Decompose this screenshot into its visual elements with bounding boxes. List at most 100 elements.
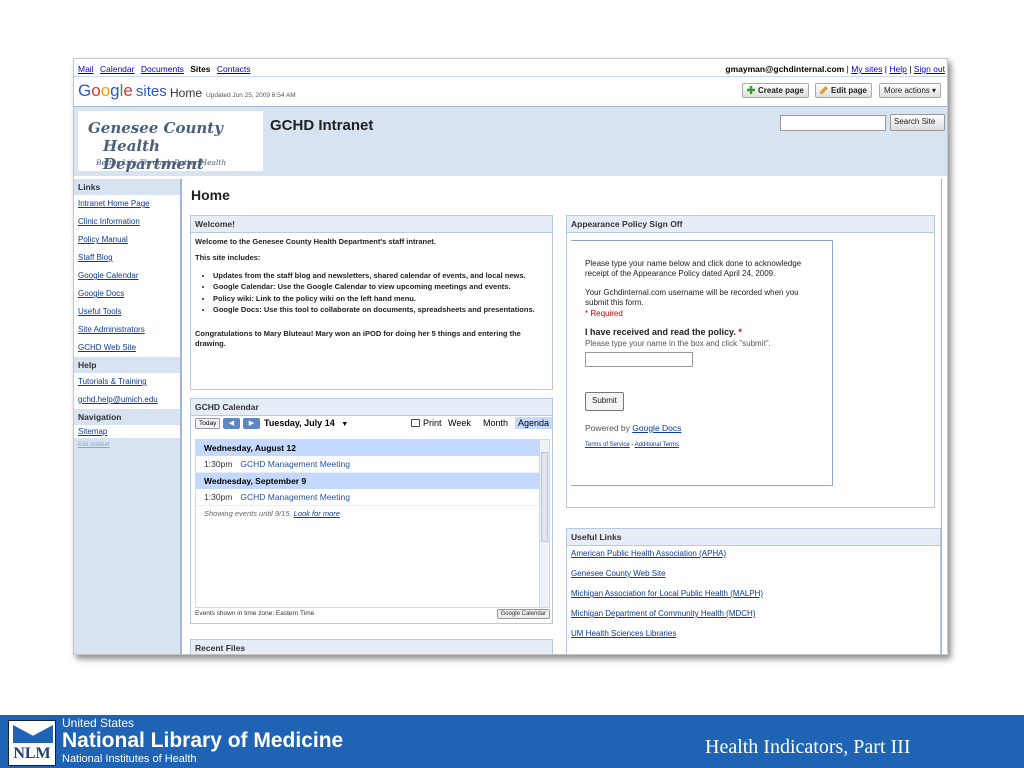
sidebar-item-google-docs[interactable]: Google Docs [74,285,180,303]
welcome-list: Updates from the staff blog and newslett… [213,271,548,315]
form-hint: Please type your name in the box and cli… [585,338,771,348]
health-department-logo[interactable]: Genesee County Health Department Better … [78,111,263,173]
scrollbar-thumb[interactable] [541,452,548,542]
documents-link[interactable]: Documents [141,64,184,74]
search-input[interactable] [780,115,886,131]
updated-timestamp: Updated Jun 25, 2009 6:54 AM [206,92,296,99]
sidebar-help-title: Help [74,357,180,373]
list-item: Policy wiki: Link to the policy wiki on … [213,294,548,304]
agenda-day: Wednesday, September 9 [196,473,549,489]
useful-link-genesee[interactable]: Genesee County Web Site [567,566,940,586]
next-arrow-icon[interactable]: ▶ [243,418,260,429]
calendar-controls: Today ◀ ▶ Tuesday, July 14 ▼ Print Week … [191,416,553,433]
submit-button[interactable]: Submit [585,392,624,411]
welcome-intro: Welcome to the Genesee County Health Dep… [195,237,436,246]
look-for-more-link[interactable]: Look for more [294,509,340,518]
edit-sidebar-link[interactable]: Edit sidebar [74,438,180,452]
calendar-gadget: GCHD Calendar Today ◀ ▶ Tuesday, July 14… [190,398,553,624]
terms-links: Terms of Service - Additional Terms [585,441,679,448]
contacts-link[interactable]: Contacts [217,64,251,74]
appearance-policy-gadget: Appearance Policy Sign Off Please type y… [566,215,935,508]
calendar-agenda-list: Wednesday, August 12 1:30pm GCHD Manageme… [195,439,550,608]
form-note: Your Gchdinternal.com username will be r… [585,287,799,308]
list-item: Google Docs: Use this tool to collaborat… [213,305,548,315]
browser-screenshot: Mail Calendar Documents Sites Contacts g… [73,58,948,655]
welcome-includes: This site includes: [195,253,261,263]
useful-link-mdch[interactable]: Michigan Department of Community Health … [567,606,940,626]
agenda-event[interactable]: 1:30pm GCHD Management Meeting [196,456,549,473]
useful-link-apha[interactable]: American Public Health Association (APHA… [567,546,940,566]
plus-icon [747,86,755,94]
edit-page-button[interactable]: Edit page [815,83,873,98]
form-intro: Please type your name below and click do… [585,259,802,279]
separator: | [884,64,887,74]
user-email: gmayman@gchdinternal.com [725,64,845,74]
useful-links-gadget: Useful Links American Public Health Asso… [566,528,941,654]
google-top-bar: Mail Calendar Documents Sites Contacts g… [74,59,947,77]
welcome-title: Welcome! [191,216,552,233]
tab-agenda[interactable]: Agenda [515,417,553,429]
useful-link-um-libraries[interactable]: UM Health Sciences Libraries [567,626,940,646]
my-sites-link[interactable]: My sites [851,64,882,74]
slide-title: Health Indicators, Part III [705,736,911,758]
mail-link[interactable]: Mail [78,64,94,74]
sidebar-item-help-email[interactable]: gchd.help@umich.edu [74,391,180,409]
today-button[interactable]: Today [195,418,221,429]
create-page-button[interactable]: Create page [742,83,809,98]
print-button[interactable]: Print [411,418,442,428]
required-note: * Required [585,308,623,318]
sidebar-item-intranet-home[interactable]: Intranet Home Page [74,195,180,213]
welcome-gadget: Welcome! Welcome to the Genesee County H… [190,215,553,390]
sidebar-item-staff-blog[interactable]: Staff Blog [74,249,180,267]
name-field[interactable] [585,352,693,368]
agenda-note: Showing events until 9/15. Look for more [204,509,340,518]
help-link[interactable]: Help [889,64,906,74]
google-sites-logo[interactable]: Google sites [78,81,167,101]
agenda-day: Wednesday, August 12 [196,440,549,456]
nlm-logo: NLM [8,720,56,766]
sidebar-item-site-administrators[interactable]: Site Administrators [74,321,180,339]
sites-toolbar: Google sites Home Updated Jun 25, 2009 6:5… [74,78,947,102]
appearance-policy-title: Appearance Policy Sign Off [567,216,934,233]
google-calendar-badge[interactable]: Google Calendar [496,609,550,619]
sidebar: Links Intranet Home Page Clinic Informat… [74,179,180,654]
calendar-link[interactable]: Calendar [100,64,135,74]
search-site-button[interactable]: Search Site [890,114,945,131]
powered-by: Powered by Google Docs [585,422,682,433]
tab-week[interactable]: Week [445,417,474,429]
sidebar-item-useful-tools[interactable]: Useful Tools [74,303,180,321]
more-actions-dropdown[interactable]: More actions ▾ [879,83,942,98]
form-question: I have received and read the policy. * [585,326,742,337]
sidebar-item-policy-manual[interactable]: Policy Manual [74,231,180,249]
additional-terms-link[interactable]: Additional Terms [635,442,679,448]
list-item: Google Calendar: Use the Google Calendar… [213,282,548,292]
printer-icon [411,419,420,427]
sidebar-item-google-calendar[interactable]: Google Calendar [74,267,180,285]
sidebar-links-title: Links [74,179,180,195]
sidebar-item-sitemap[interactable]: Sitemap [74,425,180,438]
terms-of-service-link[interactable]: Terms of Service [585,442,630,448]
agenda-scrollbar[interactable] [539,440,549,607]
sidebar-navigation-title: Navigation [74,409,180,425]
sign-out-link[interactable]: Sign out [914,64,945,74]
google-docs-link[interactable]: Google Docs [632,423,681,433]
page-title: Home [191,187,230,203]
useful-link-malph[interactable]: Michigan Association for Local Public He… [567,586,940,606]
prev-arrow-icon[interactable]: ◀ [223,418,240,429]
date-dropdown-icon[interactable]: ▼ [341,421,348,428]
sidebar-item-clinic-information[interactable]: Clinic Information [74,213,180,231]
site-header: Genesee County Health Department Better … [74,106,947,176]
main-content: Home Welcome! Welcome to the Genesee Cou… [180,179,942,654]
nlm-line-1: United States [62,716,135,730]
sidebar-item-tutorials[interactable]: Tutorials & Training [74,373,180,391]
welcome-congrats: Congratulations to Mary Bluteau! Mary wo… [195,328,521,348]
useful-links-title: Useful Links [567,529,940,546]
recent-files-gadget: Recent Files [190,639,553,654]
calendar-date[interactable]: Tuesday, July 14 ▼ [264,418,348,428]
site-title: GCHD Intranet [270,117,374,134]
agenda-event[interactable]: 1:30pm GCHD Management Meeting [196,489,549,506]
sidebar-item-gchd-web-site[interactable]: GCHD Web Site [74,339,180,357]
slide-footer: NLM United States National Library of Me… [0,715,1024,768]
tab-month[interactable]: Month [480,417,511,429]
appearance-form: Please type your name below and click do… [571,240,833,486]
